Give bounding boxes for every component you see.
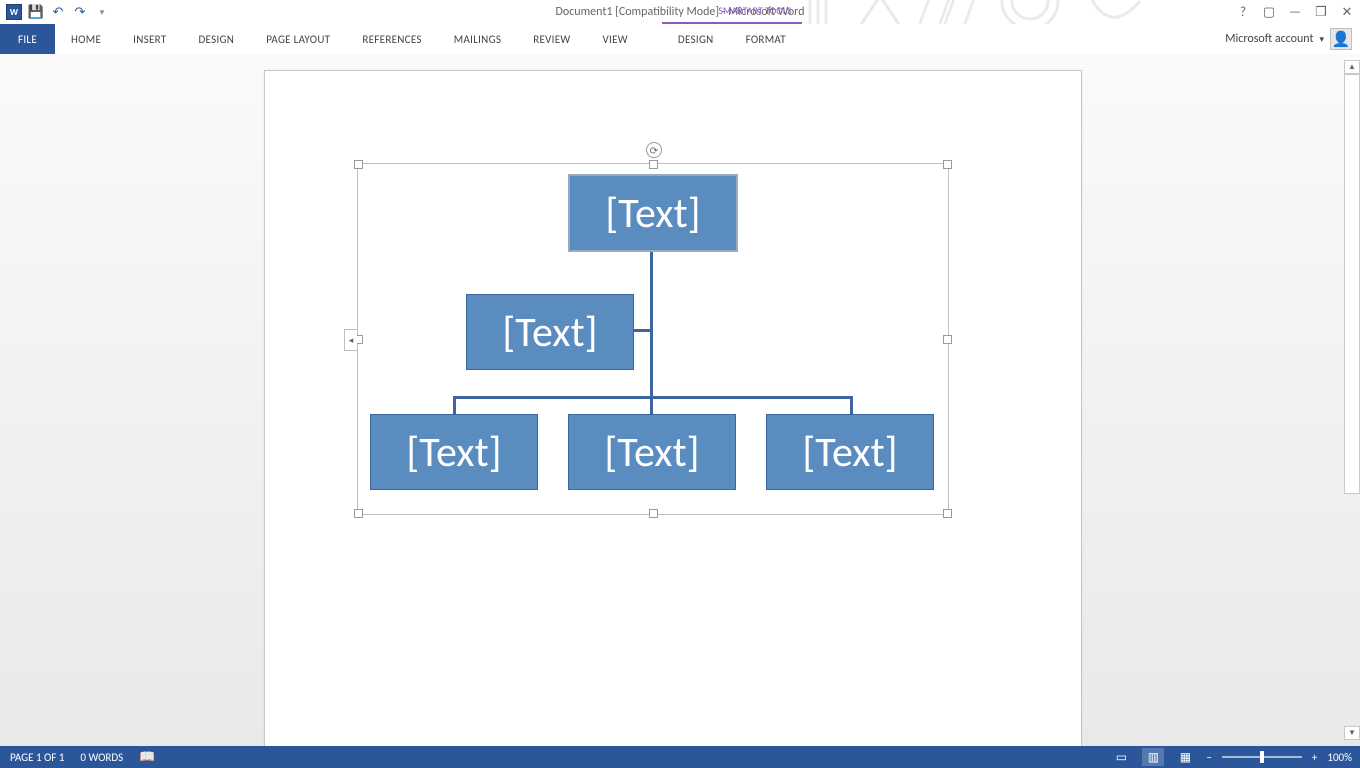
help-icon[interactable]: ?	[1234, 5, 1252, 20]
tab-view[interactable]: VIEW	[587, 24, 644, 54]
tab-mailings[interactable]: MAILINGS	[438, 24, 517, 54]
view-print-layout-icon[interactable]: ▥	[1142, 748, 1164, 766]
connector	[650, 250, 653, 398]
resize-handle[interactable]	[354, 160, 363, 169]
tab-references[interactable]: REFERENCES	[346, 24, 437, 54]
ribbon-display-options-icon[interactable]: ▢	[1260, 5, 1278, 20]
smartart-frame[interactable]: [Text] [Text] [Text] [Text] [Text] ⟳ ◂	[357, 163, 949, 515]
word-app-icon[interactable]: W	[6, 4, 22, 20]
contextual-tabs: DESIGN FORMAT	[662, 22, 802, 54]
org-node-child-2[interactable]: [Text]	[568, 414, 736, 490]
resize-handle[interactable]	[943, 160, 952, 169]
view-read-mode-icon[interactable]: ▭	[1110, 748, 1132, 766]
vertical-scrollbar[interactable]: ▲ ▼	[1344, 60, 1360, 740]
spellcheck-icon[interactable]: 📖	[139, 750, 155, 765]
connector	[453, 396, 853, 399]
resize-handle[interactable]	[943, 509, 952, 518]
document-surface: [Text] [Text] [Text] [Text] [Text] ⟳ ◂ ▲…	[0, 54, 1360, 746]
connector	[453, 396, 456, 416]
minimize-icon[interactable]: —	[1286, 5, 1304, 20]
tab-page-layout[interactable]: PAGE LAYOUT	[250, 24, 346, 54]
scroll-thumb[interactable]	[1344, 74, 1360, 494]
scroll-down-icon[interactable]: ▼	[1344, 726, 1360, 740]
connector	[850, 396, 853, 416]
account-label: Microsoft account	[1225, 32, 1313, 46]
tab-smartart-design[interactable]: DESIGN	[662, 24, 730, 54]
tab-smartart-format[interactable]: FORMAT	[730, 24, 802, 54]
connector	[633, 329, 652, 332]
tab-design[interactable]: DESIGN	[182, 24, 250, 54]
org-node-assistant[interactable]: [Text]	[466, 294, 634, 370]
tab-insert[interactable]: INSERT	[117, 24, 182, 54]
org-node-child-3[interactable]: [Text]	[766, 414, 934, 490]
restore-icon[interactable]: ❐	[1312, 5, 1330, 20]
redo-icon[interactable]: ↷	[72, 4, 88, 20]
resize-handle[interactable]	[649, 509, 658, 518]
status-page[interactable]: PAGE 1 OF 1	[10, 751, 64, 764]
quick-access-toolbar: W 💾 ↶ ↷ ▾	[0, 4, 110, 20]
org-node-child-1[interactable]: [Text]	[370, 414, 538, 490]
zoom-slider-thumb[interactable]	[1260, 751, 1264, 763]
view-web-layout-icon[interactable]: ▦	[1174, 748, 1196, 766]
resize-handle[interactable]	[943, 335, 952, 344]
resize-handle[interactable]	[354, 509, 363, 518]
account-dropdown-icon[interactable]: ▾	[1319, 34, 1324, 45]
qat-customize-icon[interactable]: ▾	[94, 4, 110, 20]
ribbon-tabs: FILE HOME INSERT DESIGN PAGE LAYOUT REFE…	[0, 24, 1360, 55]
connector	[650, 396, 653, 416]
resize-handle[interactable]	[649, 160, 658, 169]
avatar-icon[interactable]: 👤	[1330, 28, 1352, 50]
title-bar: W 💾 ↶ ↷ ▾ Document1 [Compatibility Mode]…	[0, 0, 1360, 24]
tab-file[interactable]: FILE	[0, 24, 55, 54]
zoom-level[interactable]: 100%	[1327, 751, 1352, 764]
window-controls: ? ▢ — ❐ ✕	[1234, 0, 1356, 24]
close-icon[interactable]: ✕	[1338, 5, 1356, 20]
page[interactable]: [Text] [Text] [Text] [Text] [Text] ⟳ ◂	[264, 70, 1082, 746]
account-area[interactable]: Microsoft account ▾ 👤	[1225, 24, 1352, 54]
rotate-handle-icon[interactable]: ⟳	[646, 142, 662, 158]
save-icon[interactable]: 💾	[28, 4, 44, 20]
zoom-in-button[interactable]: +	[1312, 751, 1317, 764]
tab-review[interactable]: REVIEW	[517, 24, 586, 54]
status-words[interactable]: 0 WORDS	[80, 751, 123, 764]
zoom-slider[interactable]	[1222, 756, 1302, 758]
scroll-up-icon[interactable]: ▲	[1344, 60, 1360, 74]
status-bar: PAGE 1 OF 1 0 WORDS 📖 ▭ ▥ ▦ − + 100%	[0, 746, 1360, 768]
undo-icon[interactable]: ↶	[50, 4, 66, 20]
tab-home[interactable]: HOME	[55, 24, 117, 54]
text-pane-toggle-icon[interactable]: ◂	[344, 329, 357, 351]
org-node-top[interactable]: [Text]	[568, 174, 738, 252]
zoom-out-button[interactable]: −	[1206, 751, 1211, 764]
